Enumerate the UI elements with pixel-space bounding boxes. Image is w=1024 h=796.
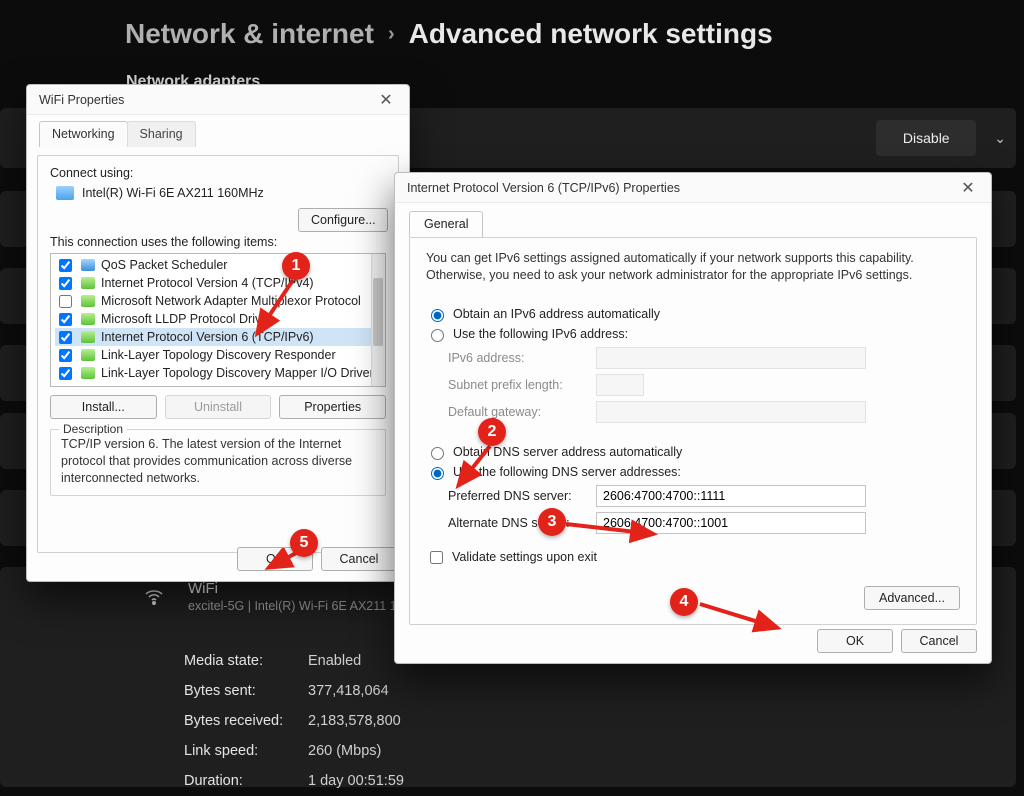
item-checkbox[interactable] [59, 349, 72, 362]
field-label: Default gateway: [448, 405, 588, 419]
protocol-icon [81, 313, 95, 325]
wifi-stats: Media state:Enabled Bytes sent:377,418,0… [184, 646, 404, 796]
protocol-icon [81, 277, 95, 289]
annotation-arrow [696, 598, 786, 638]
properties-button[interactable]: Properties [279, 395, 386, 419]
annotation-arrow [247, 276, 307, 346]
item-checkbox[interactable] [59, 259, 72, 272]
protocol-icon [81, 295, 95, 307]
configure-button[interactable]: Configure... [298, 208, 388, 232]
cancel-button[interactable]: Cancel [901, 629, 977, 653]
annotation-1: 1 [282, 252, 310, 280]
list-item[interactable]: Microsoft Network Adapter Multiplexor Pr… [55, 292, 381, 310]
wifi-icon [140, 583, 168, 611]
adapter-icon [56, 186, 74, 200]
item-checkbox[interactable] [59, 295, 72, 308]
stat-label: Duration: [184, 766, 308, 796]
scrollbar[interactable] [371, 254, 385, 386]
disable-button[interactable]: Disable [876, 120, 976, 156]
annotation-3: 3 [538, 508, 566, 536]
intro-text: You can get IPv6 settings assigned autom… [426, 250, 960, 284]
breadcrumb-current: Advanced network settings [409, 18, 773, 50]
radio-auto-address[interactable]: Obtain an IPv6 address automatically [426, 306, 960, 322]
item-checkbox[interactable] [59, 331, 72, 344]
preferred-dns-input[interactable] [596, 485, 866, 507]
field-label: IPv6 address: [448, 351, 588, 365]
protocol-icon [81, 331, 95, 343]
breadcrumb: Network & internet › Advanced network se… [125, 18, 773, 50]
tab-sharing[interactable]: Sharing [127, 121, 196, 147]
annotation-arrow [450, 442, 510, 498]
breadcrumb-parent[interactable]: Network & internet [125, 18, 374, 50]
stat-value: Enabled [308, 653, 361, 669]
items-label: This connection uses the following items… [50, 235, 386, 249]
ok-button[interactable]: OK [817, 629, 893, 653]
install-button[interactable]: Install... [50, 395, 157, 419]
annotation-4: 4 [670, 588, 698, 616]
protocol-icon [81, 367, 95, 379]
item-label: Link-Layer Topology Discovery Responder [101, 348, 336, 362]
connection-items-list[interactable]: QoS Packet Scheduler Internet Protocol Ve… [50, 253, 386, 387]
validate-settings-checkbox[interactable]: Validate settings upon exit [426, 548, 960, 567]
dialog-title: WiFi Properties [39, 93, 124, 107]
item-label: Microsoft Network Adapter Multiplexor Pr… [101, 294, 361, 308]
ipv6-properties-dialog: Internet Protocol Version 6 (TCP/IPv6) P… [394, 172, 992, 664]
close-button[interactable]: ✕ [373, 89, 399, 111]
stat-label: Media state: [184, 646, 308, 676]
list-item[interactable]: Internet Protocol Version 6 (TCP/IPv6) [55, 328, 381, 346]
dialog-title: Internet Protocol Version 6 (TCP/IPv6) P… [407, 181, 680, 195]
uninstall-button: Uninstall [165, 395, 272, 419]
wifi-adapter-row[interactable]: WiFi excitel-5G | Intel(R) Wi-Fi 6E AX21… [140, 580, 436, 613]
stat-value: 1 day 00:51:59 [308, 773, 404, 789]
item-label: Link-Layer Topology Discovery Mapper I/O… [101, 366, 374, 380]
list-item[interactable]: Link-Layer Topology Discovery Mapper I/O… [55, 364, 381, 382]
annotation-2: 2 [478, 418, 506, 446]
list-item[interactable]: Internet Protocol Version 4 (TCP/IPv4) [55, 274, 381, 292]
annotation-arrow [562, 516, 662, 546]
item-label: QoS Packet Scheduler [101, 258, 227, 272]
description-label: Description [59, 422, 127, 436]
ipv6-address-input [596, 347, 866, 369]
connect-using-label: Connect using: [50, 166, 386, 180]
stat-label: Bytes received: [184, 706, 308, 736]
advanced-button[interactable]: Advanced... [864, 586, 960, 610]
list-item[interactable]: Microsoft LLDP Protocol Driver [55, 310, 381, 328]
description-text: TCP/IP version 6. The latest version of … [61, 436, 375, 487]
protocol-icon [81, 349, 95, 361]
default-gateway-input [596, 401, 866, 423]
subnet-prefix-input [596, 374, 644, 396]
tab-networking[interactable]: Networking [39, 121, 128, 147]
stat-label: Bytes sent: [184, 676, 308, 706]
cancel-button[interactable]: Cancel [321, 547, 397, 571]
item-checkbox[interactable] [59, 313, 72, 326]
stat-value: 377,418,064 [308, 683, 389, 699]
list-item[interactable]: Link-Layer Topology Discovery Responder [55, 346, 381, 364]
chevron-down-icon[interactable]: ⌄ [994, 130, 1006, 147]
adapter-name: Intel(R) Wi-Fi 6E AX211 160MHz [82, 186, 264, 200]
radio-use-address[interactable]: Use the following IPv6 address: [426, 326, 960, 342]
item-checkbox[interactable] [59, 277, 72, 290]
wifi-properties-dialog: WiFi Properties ✕ Networking Sharing Con… [26, 84, 410, 582]
list-item[interactable]: QoS Packet Scheduler [55, 256, 381, 274]
stat-value: 260 (Mbps) [308, 743, 381, 759]
stat-value: 2,183,578,800 [308, 713, 401, 729]
close-button[interactable]: ✕ [955, 177, 981, 199]
chevron-right-icon: › [388, 23, 395, 46]
item-checkbox[interactable] [59, 367, 72, 380]
protocol-icon [81, 259, 95, 271]
field-label: Subnet prefix length: [448, 378, 588, 392]
stat-label: Link speed: [184, 736, 308, 766]
annotation-5: 5 [290, 529, 318, 557]
tab-general[interactable]: General [409, 211, 483, 237]
